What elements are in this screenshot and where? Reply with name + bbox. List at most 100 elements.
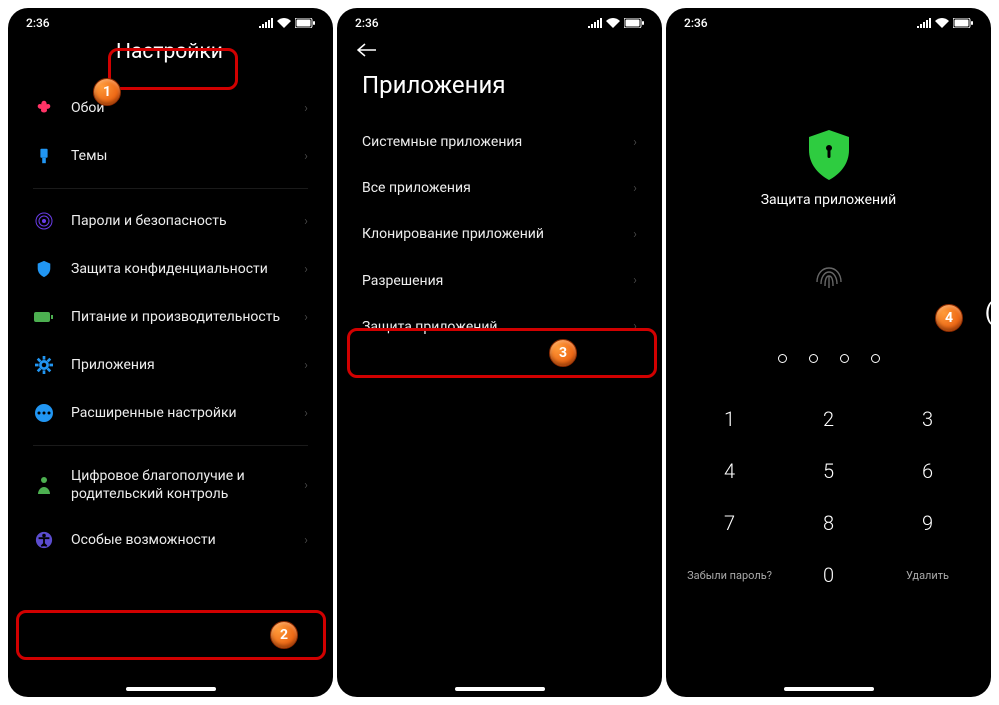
row-label: Расширенные настройки <box>71 404 288 422</box>
wifi-icon <box>277 18 291 28</box>
status-bar: 2:36 <box>8 8 333 30</box>
status-bar: 2:36 <box>666 8 991 30</box>
shield-icon <box>33 258 55 280</box>
battery-icon <box>295 18 315 28</box>
row-passwords[interactable]: Пароли и безопасность › <box>33 197 308 245</box>
signal-icon <box>259 18 273 28</box>
home-indicator[interactable] <box>784 687 874 691</box>
apps-panel: 2:36 Приложения Системные приложения › В… <box>337 8 662 697</box>
row-label: Пароли и безопасность <box>71 212 288 230</box>
row-system-apps[interactable]: Системные приложения › <box>362 119 637 165</box>
delete-button[interactable]: Удалить <box>878 569 977 582</box>
signal-icon <box>917 18 931 28</box>
divider <box>33 188 308 189</box>
row-apps[interactable]: Приложения › <box>33 341 308 389</box>
chevron-right-icon: › <box>633 273 637 288</box>
chevron-right-icon: › <box>304 214 308 229</box>
divider <box>33 445 308 446</box>
chevron-right-icon: › <box>304 358 308 373</box>
flower-icon <box>33 97 55 119</box>
row-label: Темы <box>71 147 288 165</box>
fingerprint-sensor-icon[interactable] <box>666 258 991 294</box>
shield-lock-icon <box>666 130 991 180</box>
home-indicator[interactable] <box>126 687 216 691</box>
row-app-protection[interactable]: Защита приложений › <box>362 304 637 350</box>
row-accessibility[interactable]: Особые возможности › <box>33 516 308 564</box>
row-clone-apps[interactable]: Клонирование приложений › <box>362 211 637 257</box>
key-1[interactable]: 1 <box>680 393 779 445</box>
row-battery[interactable]: Питание и производительность › <box>33 293 308 341</box>
key-9[interactable]: 9 <box>878 497 977 549</box>
annotation-2: 2 <box>270 621 298 649</box>
home-indicator[interactable] <box>455 687 545 691</box>
key-8[interactable]: 8 <box>779 497 878 549</box>
pin-dot <box>871 354 880 363</box>
chevron-right-icon: › <box>633 227 637 242</box>
row-label: Цифровое благополучие и родительский кон… <box>71 467 288 503</box>
back-button[interactable] <box>337 30 662 61</box>
battery-row-icon <box>33 306 55 328</box>
page-title: Приложения <box>362 71 637 99</box>
chevron-right-icon: › <box>304 262 308 277</box>
chevron-right-icon: › <box>304 533 308 548</box>
row-permissions[interactable]: Разрешения › <box>362 258 637 304</box>
key-3[interactable]: 3 <box>878 393 977 445</box>
pin-dot <box>778 354 787 363</box>
annotation-3: 3 <box>549 339 577 367</box>
battery-icon <box>624 18 644 28</box>
status-icons <box>588 18 644 28</box>
chevron-right-icon: › <box>304 310 308 325</box>
row-all-apps[interactable]: Все приложения › <box>362 165 637 211</box>
keypad: 1 2 3 4 5 6 7 8 9 <box>666 393 991 549</box>
settings-panel: 2:36 Настройки 1 Обои › <box>8 8 333 697</box>
page-title: Настройки <box>116 40 308 64</box>
row-wellbeing[interactable]: Цифровое благополучие и родительский кон… <box>33 454 308 516</box>
status-bar: 2:36 <box>337 8 662 30</box>
chevron-right-icon: › <box>304 478 308 493</box>
row-label: Приложения <box>71 356 288 374</box>
chevron-right-icon: › <box>304 406 308 421</box>
key-6[interactable]: 6 <box>878 445 977 497</box>
gear-icon <box>33 354 55 376</box>
row-label: Защита конфиденциальности <box>71 260 288 278</box>
paren-decor: ( <box>985 298 991 326</box>
signal-icon <box>588 18 602 28</box>
row-label: Особые возможности <box>71 531 288 549</box>
status-icons <box>259 18 315 28</box>
chevron-right-icon: › <box>633 135 637 150</box>
forgot-password-button[interactable]: Забыли пароль? <box>680 569 779 582</box>
row-privacy[interactable]: Защита конфиденциальности › <box>33 245 308 293</box>
wifi-icon <box>935 18 949 28</box>
key-4[interactable]: 4 <box>680 445 779 497</box>
key-7[interactable]: 7 <box>680 497 779 549</box>
accessibility-icon <box>33 529 55 551</box>
chevron-right-icon: › <box>304 149 308 164</box>
row-label: Питание и производительность <box>71 308 288 326</box>
annotation-4: 4 <box>935 304 963 332</box>
annotation-1: 1 <box>93 78 121 106</box>
key-0[interactable]: 0 <box>779 555 878 595</box>
pin-dot <box>809 354 818 363</box>
person-icon <box>33 474 55 496</box>
chevron-right-icon: › <box>304 101 308 116</box>
status-time: 2:36 <box>26 16 50 30</box>
battery-icon <box>953 18 973 28</box>
settings-list: Обои › Темы › <box>8 84 333 180</box>
fingerprint-icon <box>33 210 55 232</box>
lock-title: Защита приложений <box>666 192 991 208</box>
row-themes[interactable]: Темы › <box>33 132 308 180</box>
status-icons <box>917 18 973 28</box>
dots-icon <box>33 402 55 424</box>
status-time: 2:36 <box>355 16 379 30</box>
chevron-right-icon: › <box>633 319 637 334</box>
wifi-icon <box>606 18 620 28</box>
apps-list: Системные приложения › Все приложения › … <box>337 119 662 350</box>
key-2[interactable]: 2 <box>779 393 878 445</box>
status-time: 2:36 <box>684 16 708 30</box>
pin-dot <box>840 354 849 363</box>
brush-icon <box>33 145 55 167</box>
key-5[interactable]: 5 <box>779 445 878 497</box>
row-advanced[interactable]: Расширенные настройки › <box>33 389 308 437</box>
row-wallpaper[interactable]: Обои › <box>33 84 308 132</box>
chevron-right-icon: › <box>633 181 637 196</box>
